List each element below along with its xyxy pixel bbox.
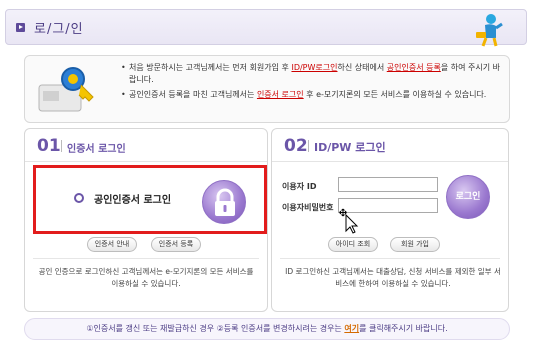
divider [33, 258, 259, 259]
notice-item: 공인인증서 등록을 마친 고객님께서는 인증서 로그인 후 e-모기지론의 모든… [121, 89, 501, 101]
cert-register-link[interactable]: 공인인증서 등록 [387, 63, 441, 72]
play-square-icon [16, 23, 25, 32]
id-pw-login-link[interactable]: ID/PW로그인 [291, 63, 337, 72]
find-id-button[interactable]: 아이디 조회 [328, 237, 378, 252]
panel-description: ID 로그인하신 고객님께서는 대출상담, 신청 서비스를 제외한 일부 서비스… [285, 267, 501, 288]
panel-header: 02 ID/PW 로그인 [272, 129, 508, 162]
notice-item: 처음 방문하시는 고객님께서는 먼저 회원가입 후 ID/PW로그인하신 상태에… [121, 62, 501, 86]
person-figure-icon [476, 14, 503, 47]
page-header: 로/그/인 [5, 9, 527, 47]
password-label: 이용자비밀번호 [282, 203, 334, 212]
click-here-link[interactable]: 여기 [344, 324, 359, 333]
panel-description: 공인 인증으로 로그인하신 고객님께서는 e-모기지론의 모든 서비스를 이용하… [38, 267, 254, 288]
move-cursor-icon [339, 208, 359, 234]
cert-login-link[interactable]: 인증서 로그인 [257, 90, 304, 99]
notice-list: 처음 방문하시는 고객님께서는 먼저 회원가입 후 ID/PW로그인하신 상태에… [121, 62, 501, 104]
login-button[interactable]: 로그인 [446, 175, 490, 219]
join-button[interactable]: 회원 가입 [390, 237, 440, 252]
cert-login-option[interactable]: 공인인증서 로그인 [33, 165, 267, 234]
panel-number: 02 [284, 136, 308, 156]
cert-register-button[interactable]: 인증서 등록 [151, 237, 201, 252]
divider [308, 140, 309, 152]
panel-number: 01 [37, 136, 61, 156]
cert-guide-button[interactable]: 인증서 안내 [87, 237, 137, 252]
footer-notice: ①인증서를 갱신 또는 재발급하신 경우 ②등록 인증서를 변경하시려는 경우는… [24, 318, 510, 340]
panel-header: 01 인증서 로그인 [25, 129, 267, 162]
lock-icon [215, 188, 235, 216]
cert-login-panel: 01 인증서 로그인 공인인증서 로그인 인증서 안내 인증서 등록 공인 인증… [24, 128, 268, 312]
panel-title: ID/PW 로그인 [314, 141, 386, 154]
idpw-login-panel: 02 ID/PW 로그인 이용자 ID 이용자비밀번호 로그인 아이디 조회 회… [271, 128, 509, 312]
cert-login-button[interactable] [202, 180, 246, 224]
user-id-label: 이용자 ID [282, 182, 317, 191]
cert-radio[interactable] [74, 193, 84, 203]
key-card-icon [38, 67, 94, 112]
divider [61, 140, 62, 152]
panel-title: 인증서 로그인 [67, 144, 126, 155]
page-title: 로/그/인 [34, 22, 84, 37]
cert-login-label: 공인인증서 로그인 [94, 195, 172, 206]
divider [280, 258, 500, 259]
user-id-input[interactable] [338, 177, 438, 192]
notice-box: 처음 방문하시는 고객님께서는 먼저 회원가입 후 ID/PW로그인하신 상태에… [24, 55, 510, 123]
